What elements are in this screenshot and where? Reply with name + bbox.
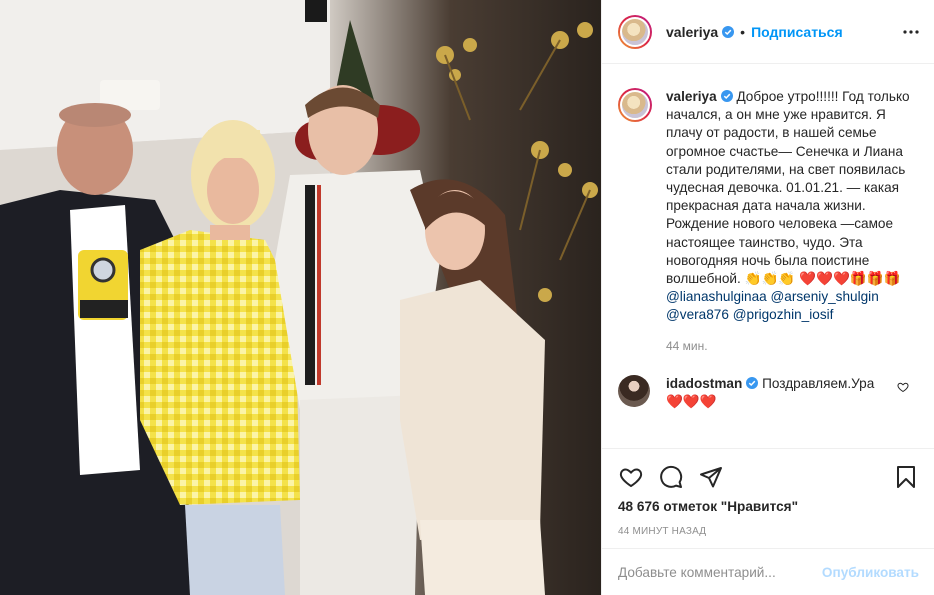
caption-username[interactable]: valeriya xyxy=(666,89,717,104)
comment-emoji: ❤️❤️❤️ xyxy=(666,393,717,409)
instagram-post: valeriya • Подписаться valeriya Доброе у… xyxy=(0,0,934,595)
comment-text-block: idadostman Поздравляем.Ура ❤️❤️❤️ xyxy=(666,375,896,411)
post-actions: 48 676 отметок "Нравится" 44 минут назад xyxy=(602,448,934,548)
comment-item: idadostman Поздравляем.Ура ❤️❤️❤️ xyxy=(618,374,919,411)
commenter-avatar[interactable] xyxy=(618,374,650,407)
comment-input[interactable] xyxy=(618,564,822,580)
caption-text-block: valeriya Доброе утро!!!!!! Год только на… xyxy=(666,88,916,325)
publish-button[interactable]: Опубликовать xyxy=(822,565,919,580)
bookmark-icon[interactable] xyxy=(893,464,919,490)
add-comment-bar: Опубликовать xyxy=(602,548,934,595)
likes-count[interactable]: 48 676 отметок "Нравится" xyxy=(618,499,919,514)
caption-emoji-line: ❤️❤️❤️🎁🎁🎁 xyxy=(799,271,901,287)
comment-icon[interactable] xyxy=(658,464,684,490)
caption-time[interactable]: 44 мин. xyxy=(666,339,919,353)
verified-badge-icon xyxy=(720,90,733,102)
verified-badge-icon xyxy=(722,25,735,38)
header-separator: • xyxy=(740,23,746,40)
commenter-username[interactable]: idadostman xyxy=(666,376,742,391)
caption: valeriya Доброе утро!!!!!! Год только на… xyxy=(618,88,919,325)
heart-icon[interactable] xyxy=(618,464,644,490)
more-icon[interactable] xyxy=(901,22,921,42)
author-username[interactable]: valeriya xyxy=(666,24,718,40)
mention-link[interactable]: @lianashulginaa xyxy=(666,289,767,304)
mention-link[interactable]: @prigozhin_iosif xyxy=(733,307,834,322)
family-photo xyxy=(0,0,601,595)
comment-text: Поздравляем.Ура xyxy=(762,375,875,391)
post-header: valeriya • Подписаться xyxy=(602,0,934,64)
comments-section: valeriya Доброе утро!!!!!! Год только на… xyxy=(602,64,934,448)
post-sidebar: valeriya • Подписаться valeriya Доброе у… xyxy=(601,0,934,595)
post-photo[interactable] xyxy=(0,0,601,595)
action-icons xyxy=(618,455,919,499)
caption-text: Доброе утро!!!!!! Год только начался, а … xyxy=(666,89,910,287)
post-timestamp[interactable]: 44 минут назад xyxy=(618,526,919,537)
mention-link[interactable]: @arseniy_shulgin xyxy=(771,289,879,304)
caption-avatar[interactable] xyxy=(618,88,652,122)
author-avatar[interactable] xyxy=(618,14,652,49)
comment-like-heart-icon[interactable] xyxy=(897,381,909,393)
follow-button[interactable]: Подписаться xyxy=(751,24,843,40)
share-icon[interactable] xyxy=(698,464,724,490)
mention-link[interactable]: @vera876 xyxy=(666,307,729,322)
verified-badge-icon xyxy=(746,376,759,389)
